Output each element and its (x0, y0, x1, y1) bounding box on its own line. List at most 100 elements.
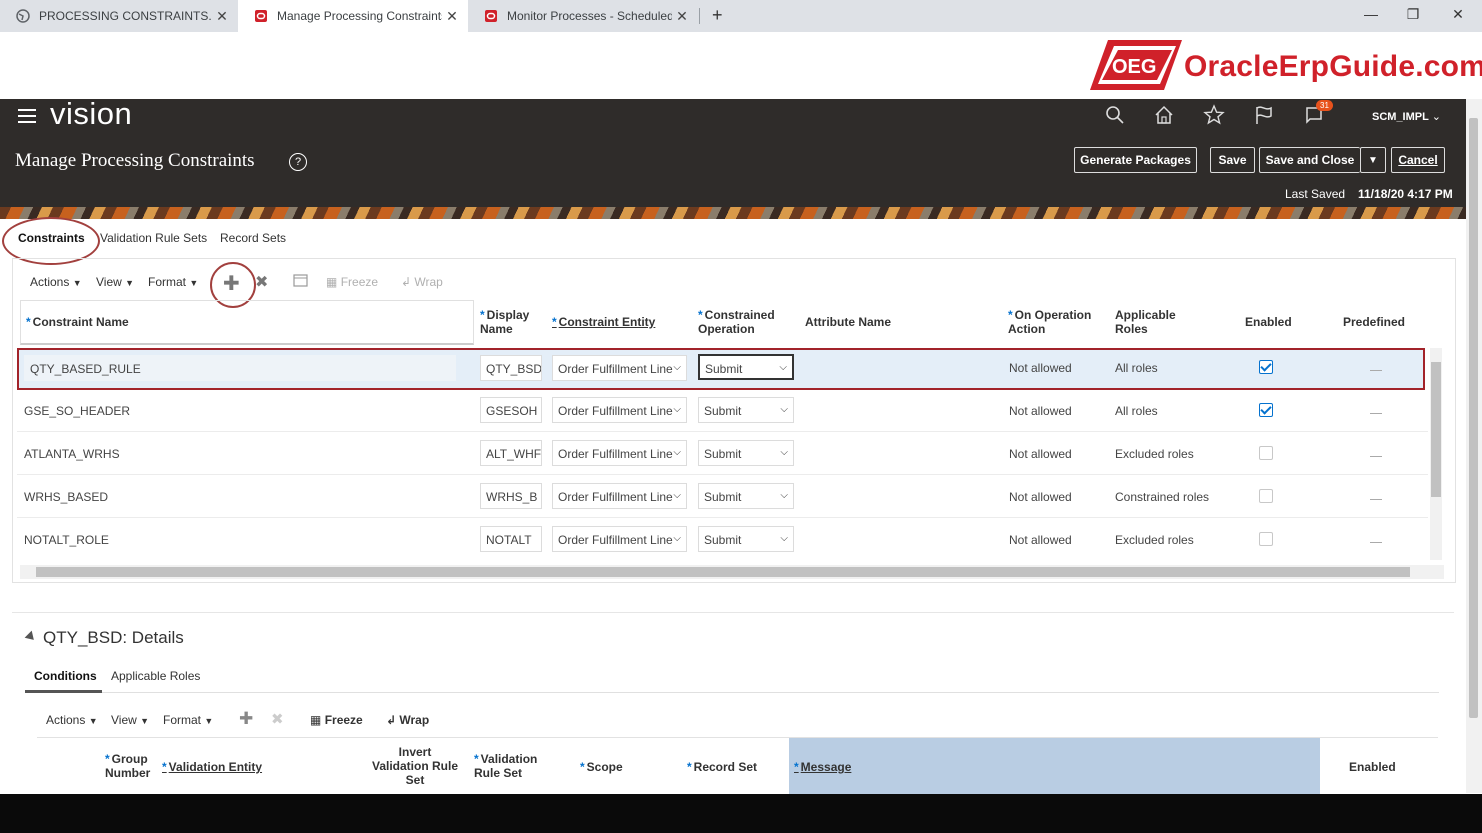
tab-conditions[interactable]: Conditions (34, 669, 97, 683)
operation-select[interactable]: Submit ⌵ (698, 483, 794, 509)
tab-record-sets[interactable]: Record Sets (220, 231, 286, 245)
user-menu[interactable]: SCM_IMPL ⌄ (1372, 110, 1441, 123)
col-attribute-name[interactable]: Attribute Name (805, 315, 891, 329)
help-icon[interactable]: ? (289, 153, 307, 171)
select-value: Submit (704, 490, 742, 504)
col-label: On Operation (1014, 308, 1092, 322)
star-icon[interactable] (1203, 104, 1225, 126)
display-name-input[interactable]: NOTALT (480, 526, 542, 552)
details-view-menu[interactable]: View ▼ (111, 713, 149, 727)
col-validation-entity[interactable]: * Validation Entity (162, 760, 262, 774)
oracle-icon (485, 10, 497, 22)
flag-icon[interactable] (1253, 104, 1275, 126)
constraint-entity-select[interactable]: Order Fulfillment Line ⌵ (552, 483, 687, 509)
col-on-operation-action[interactable]: * On Operation Action (1008, 308, 1091, 336)
table-hscroll-thumb[interactable] (36, 567, 1410, 577)
close-icon[interactable]: ✕ (212, 8, 232, 25)
constraint-entity-select[interactable]: Order Fulfillment Line ⌵ (552, 526, 687, 552)
browser-tab-monitor[interactable]: Monitor Processes - Scheduled P ✕ (468, 0, 698, 32)
col-constraint-name[interactable]: * Constraint Name (26, 315, 129, 329)
browser-tab-manage-constraints[interactable]: Manage Processing Constraints - ✕ (238, 0, 468, 32)
actions-menu[interactable]: Actions ▼ (30, 275, 82, 289)
col-constraint-entity[interactable]: * Constraint Entity (552, 315, 655, 329)
details-freeze-button[interactable]: ▦ Freeze (310, 713, 363, 727)
col-enabled[interactable]: Enabled (1245, 315, 1292, 329)
col-label: Applicable (1115, 308, 1176, 322)
col-predefined[interactable]: Predefined (1343, 315, 1405, 329)
operation-select[interactable]: Submit ⌵ (698, 440, 794, 466)
save-and-close-button[interactable]: Save and Close (1259, 147, 1360, 173)
predefined-dash (1370, 413, 1382, 414)
select-value: Submit (704, 447, 742, 461)
restore-icon[interactable]: ❐ (1403, 6, 1423, 23)
col-invert-validation-rule-set[interactable]: Invert Validation Rule Set (370, 745, 460, 787)
add-row-icon[interactable]: ✚ (239, 709, 253, 729)
cancel-button[interactable]: Cancel (1391, 147, 1445, 173)
operation-select-focused[interactable]: Submit ⌵ (698, 354, 794, 380)
details-format-menu[interactable]: Format ▼ (163, 713, 213, 727)
constraint-entity-select[interactable]: Order Fulfillment Line ⌵ (552, 397, 687, 423)
constraint-entity-select[interactable]: Order Fulfillment Line ⌵ (552, 440, 687, 466)
enabled-checkbox[interactable] (1259, 360, 1273, 374)
tab-applicable-roles[interactable]: Applicable Roles (111, 669, 200, 683)
col-scope[interactable]: * Scope (580, 760, 623, 774)
detach-icon[interactable] (293, 274, 309, 289)
new-tab-button[interactable]: + (712, 5, 723, 26)
col-message[interactable]: * Message (794, 760, 851, 774)
minimize-icon[interactable]: — (1361, 6, 1381, 22)
freeze-button[interactable]: ▦ Freeze (326, 275, 378, 289)
save-options-dropdown[interactable]: ▼ (1360, 147, 1386, 173)
details-actions-menu[interactable]: Actions ▼ (46, 713, 98, 727)
col-enabled[interactable]: Enabled (1349, 760, 1396, 774)
delete-row-icon[interactable]: ✖ (255, 272, 268, 292)
constraint-name: ATLANTA_WRHS (24, 447, 120, 461)
page-scrollbar-thumb[interactable] (1469, 118, 1478, 718)
col-group-number[interactable]: * Group Number (105, 752, 150, 780)
browser-tab-title: Monitor Processes - Scheduled P (507, 9, 672, 23)
format-menu[interactable]: Format ▼ (148, 275, 198, 289)
col-label: Predefined (1343, 315, 1406, 329)
operation-select[interactable]: Submit ⌵ (698, 397, 794, 423)
decorative-banner (0, 207, 1466, 219)
oeg-logo: OEG (1090, 40, 1182, 90)
view-menu[interactable]: View ▼ (96, 275, 134, 289)
collapse-triangle-icon[interactable] (24, 630, 38, 644)
freeze-label: Freeze (324, 713, 363, 727)
close-icon[interactable]: ✕ (672, 8, 692, 25)
enabled-checkbox[interactable] (1259, 403, 1273, 417)
col-applicable-roles[interactable]: Applicable Roles (1115, 308, 1176, 336)
operation-select[interactable]: Submit ⌵ (698, 526, 794, 552)
display-name-input[interactable]: GSESOH (480, 397, 542, 423)
roles-value: Excluded roles (1115, 533, 1194, 547)
search-icon[interactable] (1104, 104, 1126, 126)
wrap-button[interactable]: ↲ Wrap (401, 275, 443, 289)
col-label: Group (111, 752, 148, 766)
home-icon[interactable] (1153, 104, 1175, 126)
constraint-entity-select[interactable]: Order Fulfillment Line ⌵ (552, 355, 687, 381)
save-button[interactable]: Save (1210, 147, 1255, 173)
window-close-icon[interactable]: ✕ (1448, 6, 1468, 23)
close-icon[interactable]: ✕ (442, 8, 462, 25)
constraint-name-input[interactable]: QTY_BASED_RULE (24, 355, 456, 381)
delete-row-icon[interactable]: ✖ (271, 710, 284, 728)
col-display-name[interactable]: * Display Name (480, 308, 529, 336)
col-constrained-operation[interactable]: * Constrained Operation (698, 308, 775, 336)
tab-validation-rule-sets[interactable]: Validation Rule Sets (100, 231, 207, 245)
display-name-input[interactable]: ALT_WHF (480, 440, 542, 466)
freeze-icon: ▦ (326, 275, 338, 289)
enabled-checkbox[interactable] (1259, 532, 1273, 546)
browser-tab-bar: PROCESSING CONSTRAINTS.pdf ✕ Manage Proc… (0, 0, 1482, 32)
display-name-input[interactable]: QTY_BSD (480, 355, 542, 381)
app-logo[interactable]: vision (50, 96, 132, 132)
enabled-checkbox[interactable] (1259, 489, 1273, 503)
enabled-checkbox[interactable] (1259, 446, 1273, 460)
display-name-input[interactable]: WRHS_B (480, 483, 542, 509)
hamburger-menu-icon[interactable] (18, 109, 36, 127)
select-value: Submit (704, 533, 742, 547)
browser-tab-pdf[interactable]: PROCESSING CONSTRAINTS.pdf ✕ (0, 0, 238, 32)
table-vscroll-thumb[interactable] (1431, 362, 1441, 497)
col-validation-rule-set[interactable]: * Validation Rule Set (474, 752, 537, 780)
details-wrap-button[interactable]: ↲ Wrap (386, 713, 429, 727)
generate-packages-button[interactable]: Generate Packages (1074, 147, 1197, 173)
col-record-set[interactable]: * Record Set (687, 760, 757, 774)
